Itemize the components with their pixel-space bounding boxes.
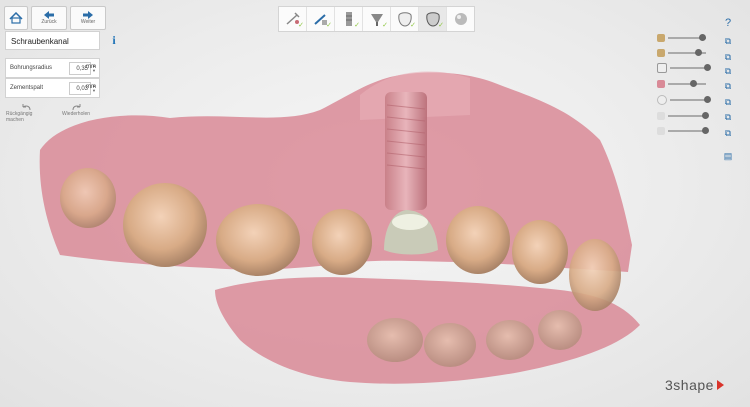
slider-knob[interactable] xyxy=(695,49,702,56)
redo-label: Wiederholen xyxy=(61,111,91,117)
brand-name: 3shape xyxy=(665,377,714,393)
back-label: Zurück xyxy=(41,19,57,25)
copy-icon[interactable]: ⧉ xyxy=(722,97,734,107)
tool-crown-filled[interactable]: ✓ xyxy=(419,7,447,31)
slider-track[interactable] xyxy=(668,127,709,134)
slider-knob[interactable] xyxy=(702,112,709,119)
slider-track[interactable] xyxy=(670,64,711,71)
info-icon[interactable]: i xyxy=(105,31,123,50)
undo-button[interactable]: Rückgängig machen xyxy=(6,104,46,123)
model-icon xyxy=(657,49,665,57)
visibility-slider-extra[interactable] xyxy=(657,126,709,136)
visibility-slider-upper[interactable] xyxy=(657,33,706,43)
tool-screw-edit[interactable]: ✓ xyxy=(307,7,335,31)
tooth xyxy=(569,239,621,311)
undo-redo-row: Rückgängig machen Wiederholen xyxy=(6,104,96,123)
slider-knob[interactable] xyxy=(690,80,697,87)
copy-icon[interactable]: ⧉ xyxy=(722,128,734,138)
redo-icon xyxy=(72,104,80,111)
copy-icon[interactable]: ⧉ xyxy=(722,52,734,62)
tooth xyxy=(512,220,568,284)
dental-model-viewport[interactable] xyxy=(0,0,750,407)
tooth xyxy=(424,323,476,367)
tooth xyxy=(123,183,207,267)
crown-icon xyxy=(657,63,667,73)
tool-sphere[interactable] xyxy=(447,7,474,31)
brand-logo: 3shape xyxy=(665,377,724,393)
param-label: Zementspalt xyxy=(10,85,44,91)
tool-abutment-cone[interactable]: ✓ xyxy=(363,7,391,31)
upper-jaw-icon xyxy=(657,34,665,42)
abutment-post-icon xyxy=(345,12,352,26)
tool-abutment-post[interactable]: ✓ xyxy=(335,7,363,31)
panel-title: Schraubenkanal xyxy=(5,31,100,50)
slider-track[interactable] xyxy=(668,112,709,119)
scan-icon xyxy=(657,95,667,105)
extra-layer-icon xyxy=(657,127,665,135)
sphere-icon xyxy=(454,13,467,25)
copy-icon[interactable]: ⧉ xyxy=(722,66,734,76)
arrow-right-icon xyxy=(83,11,93,19)
tool-screw-sketch[interactable]: ✓ xyxy=(279,7,307,31)
settings-icon[interactable]: ▤ xyxy=(722,151,734,161)
home-button[interactable] xyxy=(4,6,28,30)
tooth xyxy=(312,209,372,275)
visibility-slider-model[interactable] xyxy=(657,48,706,58)
undo-icon xyxy=(22,104,30,111)
param-label: Bohrungsradius xyxy=(10,65,53,71)
screw-channel xyxy=(385,92,427,210)
visibility-slider-antagonist[interactable] xyxy=(657,79,706,89)
unit-label: mm xyxy=(86,84,96,90)
logo-triangle-icon xyxy=(716,380,724,390)
gingiva-icon xyxy=(657,112,665,120)
slider-knob[interactable] xyxy=(702,127,709,134)
visibility-slider-scan[interactable] xyxy=(657,95,711,105)
undo-label: Rückgängig machen xyxy=(6,111,33,123)
tooth xyxy=(486,320,534,360)
tool-crown-outline[interactable]: ✓ xyxy=(391,7,419,31)
tooth xyxy=(446,206,510,274)
home-icon xyxy=(9,12,23,24)
tooth xyxy=(367,318,423,362)
copy-icon[interactable]: ⧉ xyxy=(722,112,734,122)
slider-track[interactable] xyxy=(668,80,706,87)
unit-label: mm xyxy=(86,64,96,70)
slider-knob[interactable] xyxy=(704,64,711,71)
antagonist-icon xyxy=(657,80,665,88)
help-icon[interactable]: ? xyxy=(722,17,734,29)
workflow-toolbar: ✓ ✓ ✓ ✓ ✓ ✓ xyxy=(278,6,475,32)
forward-label: Weiter xyxy=(80,19,96,25)
slider-knob[interactable] xyxy=(704,96,711,103)
copy-icon[interactable]: ⧉ xyxy=(722,81,734,91)
slider-track[interactable] xyxy=(668,34,706,41)
slider-knob[interactable] xyxy=(699,34,706,41)
visibility-slider-gingiva[interactable] xyxy=(657,111,709,121)
redo-button[interactable]: Wiederholen xyxy=(56,104,96,123)
back-button[interactable]: Zurück xyxy=(31,6,67,30)
tooth xyxy=(216,204,300,276)
abutment-top xyxy=(392,214,428,230)
visibility-slider-crown[interactable] xyxy=(657,63,711,73)
forward-button[interactable]: Weiter xyxy=(70,6,106,30)
navigation-bar: Zurück Weiter xyxy=(4,6,106,30)
tooth xyxy=(60,168,116,228)
slider-track[interactable] xyxy=(670,96,711,103)
arrow-left-icon xyxy=(44,11,54,19)
copy-icon[interactable]: ⧉ xyxy=(722,36,734,46)
slider-track[interactable] xyxy=(668,49,706,56)
tooth xyxy=(538,310,582,350)
